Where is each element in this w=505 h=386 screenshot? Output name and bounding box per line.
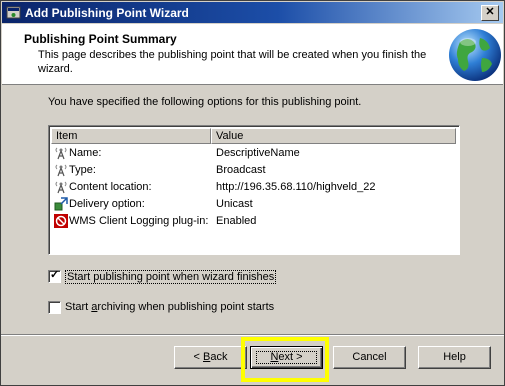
item-value: Unicast — [216, 198, 253, 210]
close-icon: ✕ — [485, 6, 495, 18]
cancel-button[interactable]: Cancel — [333, 346, 406, 369]
globe-icon — [449, 29, 501, 81]
start-publishing-label[interactable]: Start publishing point when wizard finis… — [65, 270, 277, 284]
item-name: Type: — [69, 164, 96, 176]
wizard-window: Add Publishing Point Wizard ✕ Publishing… — [0, 0, 505, 386]
help-button[interactable]: Help — [418, 346, 491, 369]
item-name: Name: — [69, 147, 102, 159]
start-publishing-label-text: Start publishing point when wizard finis… — [67, 271, 275, 283]
item-name: Content location: — [69, 181, 152, 193]
list-item[interactable]: Type: Broadcast — [52, 162, 452, 179]
archiving-label-pre: Start — [65, 301, 92, 313]
start-archiving-label[interactable]: Start archiving when publishing point st… — [65, 301, 274, 313]
cancel-label: Cancel — [352, 351, 387, 363]
column-header-item-label: Item — [56, 130, 78, 142]
page-description: This page describes the publishing point… — [38, 49, 427, 75]
column-header-value-label: Value — [216, 130, 244, 142]
wizard-app-icon — [6, 6, 21, 19]
title-bar[interactable]: Add Publishing Point Wizard ✕ — [2, 2, 503, 23]
window-title: Add Publishing Point Wizard — [25, 6, 189, 20]
summary-list[interactable]: Item Value Name: DescriptiveName Type: B… — [48, 125, 460, 255]
wizard-header: Publishing Point Summary This page descr… — [2, 24, 503, 85]
item-value: Broadcast — [216, 164, 266, 176]
column-header-value[interactable]: Value — [211, 128, 456, 144]
list-item[interactable]: Delivery option: Unicast — [52, 196, 452, 213]
intro-text: You have specified the following options… — [48, 96, 362, 108]
item-value: Enabled — [216, 215, 257, 227]
delivery-icon — [54, 197, 68, 211]
close-button[interactable]: ✕ — [481, 5, 499, 21]
column-header-item[interactable]: Item — [51, 128, 211, 144]
back-button[interactable]: < Back — [174, 346, 247, 369]
checkmark-icon: ✓ — [50, 269, 60, 281]
list-item[interactable]: Name: DescriptiveName — [52, 145, 452, 162]
list-item[interactable]: WMS Client Logging plug-in: Enabled — [52, 213, 452, 230]
item-name: Delivery option: — [69, 198, 145, 210]
item-value: DescriptiveName — [216, 147, 300, 159]
page-title: Publishing Point Summary — [24, 32, 177, 46]
broadcast-tower-icon — [55, 181, 67, 194]
start-archiving-checkbox[interactable] — [48, 301, 61, 314]
back-label-post: ack — [210, 351, 228, 363]
broadcast-tower-icon — [55, 164, 67, 177]
back-label-pre: < — [193, 351, 203, 363]
help-label: Help — [443, 351, 466, 363]
next-button-highlight — [241, 337, 329, 382]
broadcast-tower-icon — [55, 147, 67, 160]
start-publishing-checkbox[interactable]: ✓ — [48, 269, 61, 283]
item-value: http://196.35.68.110/highveld_22 — [216, 181, 376, 193]
item-name: WMS Client Logging plug-in: — [69, 215, 209, 227]
button-separator — [1, 334, 504, 336]
list-item[interactable]: Content location: http://196.35.68.110/h… — [52, 179, 452, 196]
archiving-label-post: rchiving when publishing point starts — [97, 301, 275, 313]
disabled-plugin-icon — [54, 214, 68, 228]
